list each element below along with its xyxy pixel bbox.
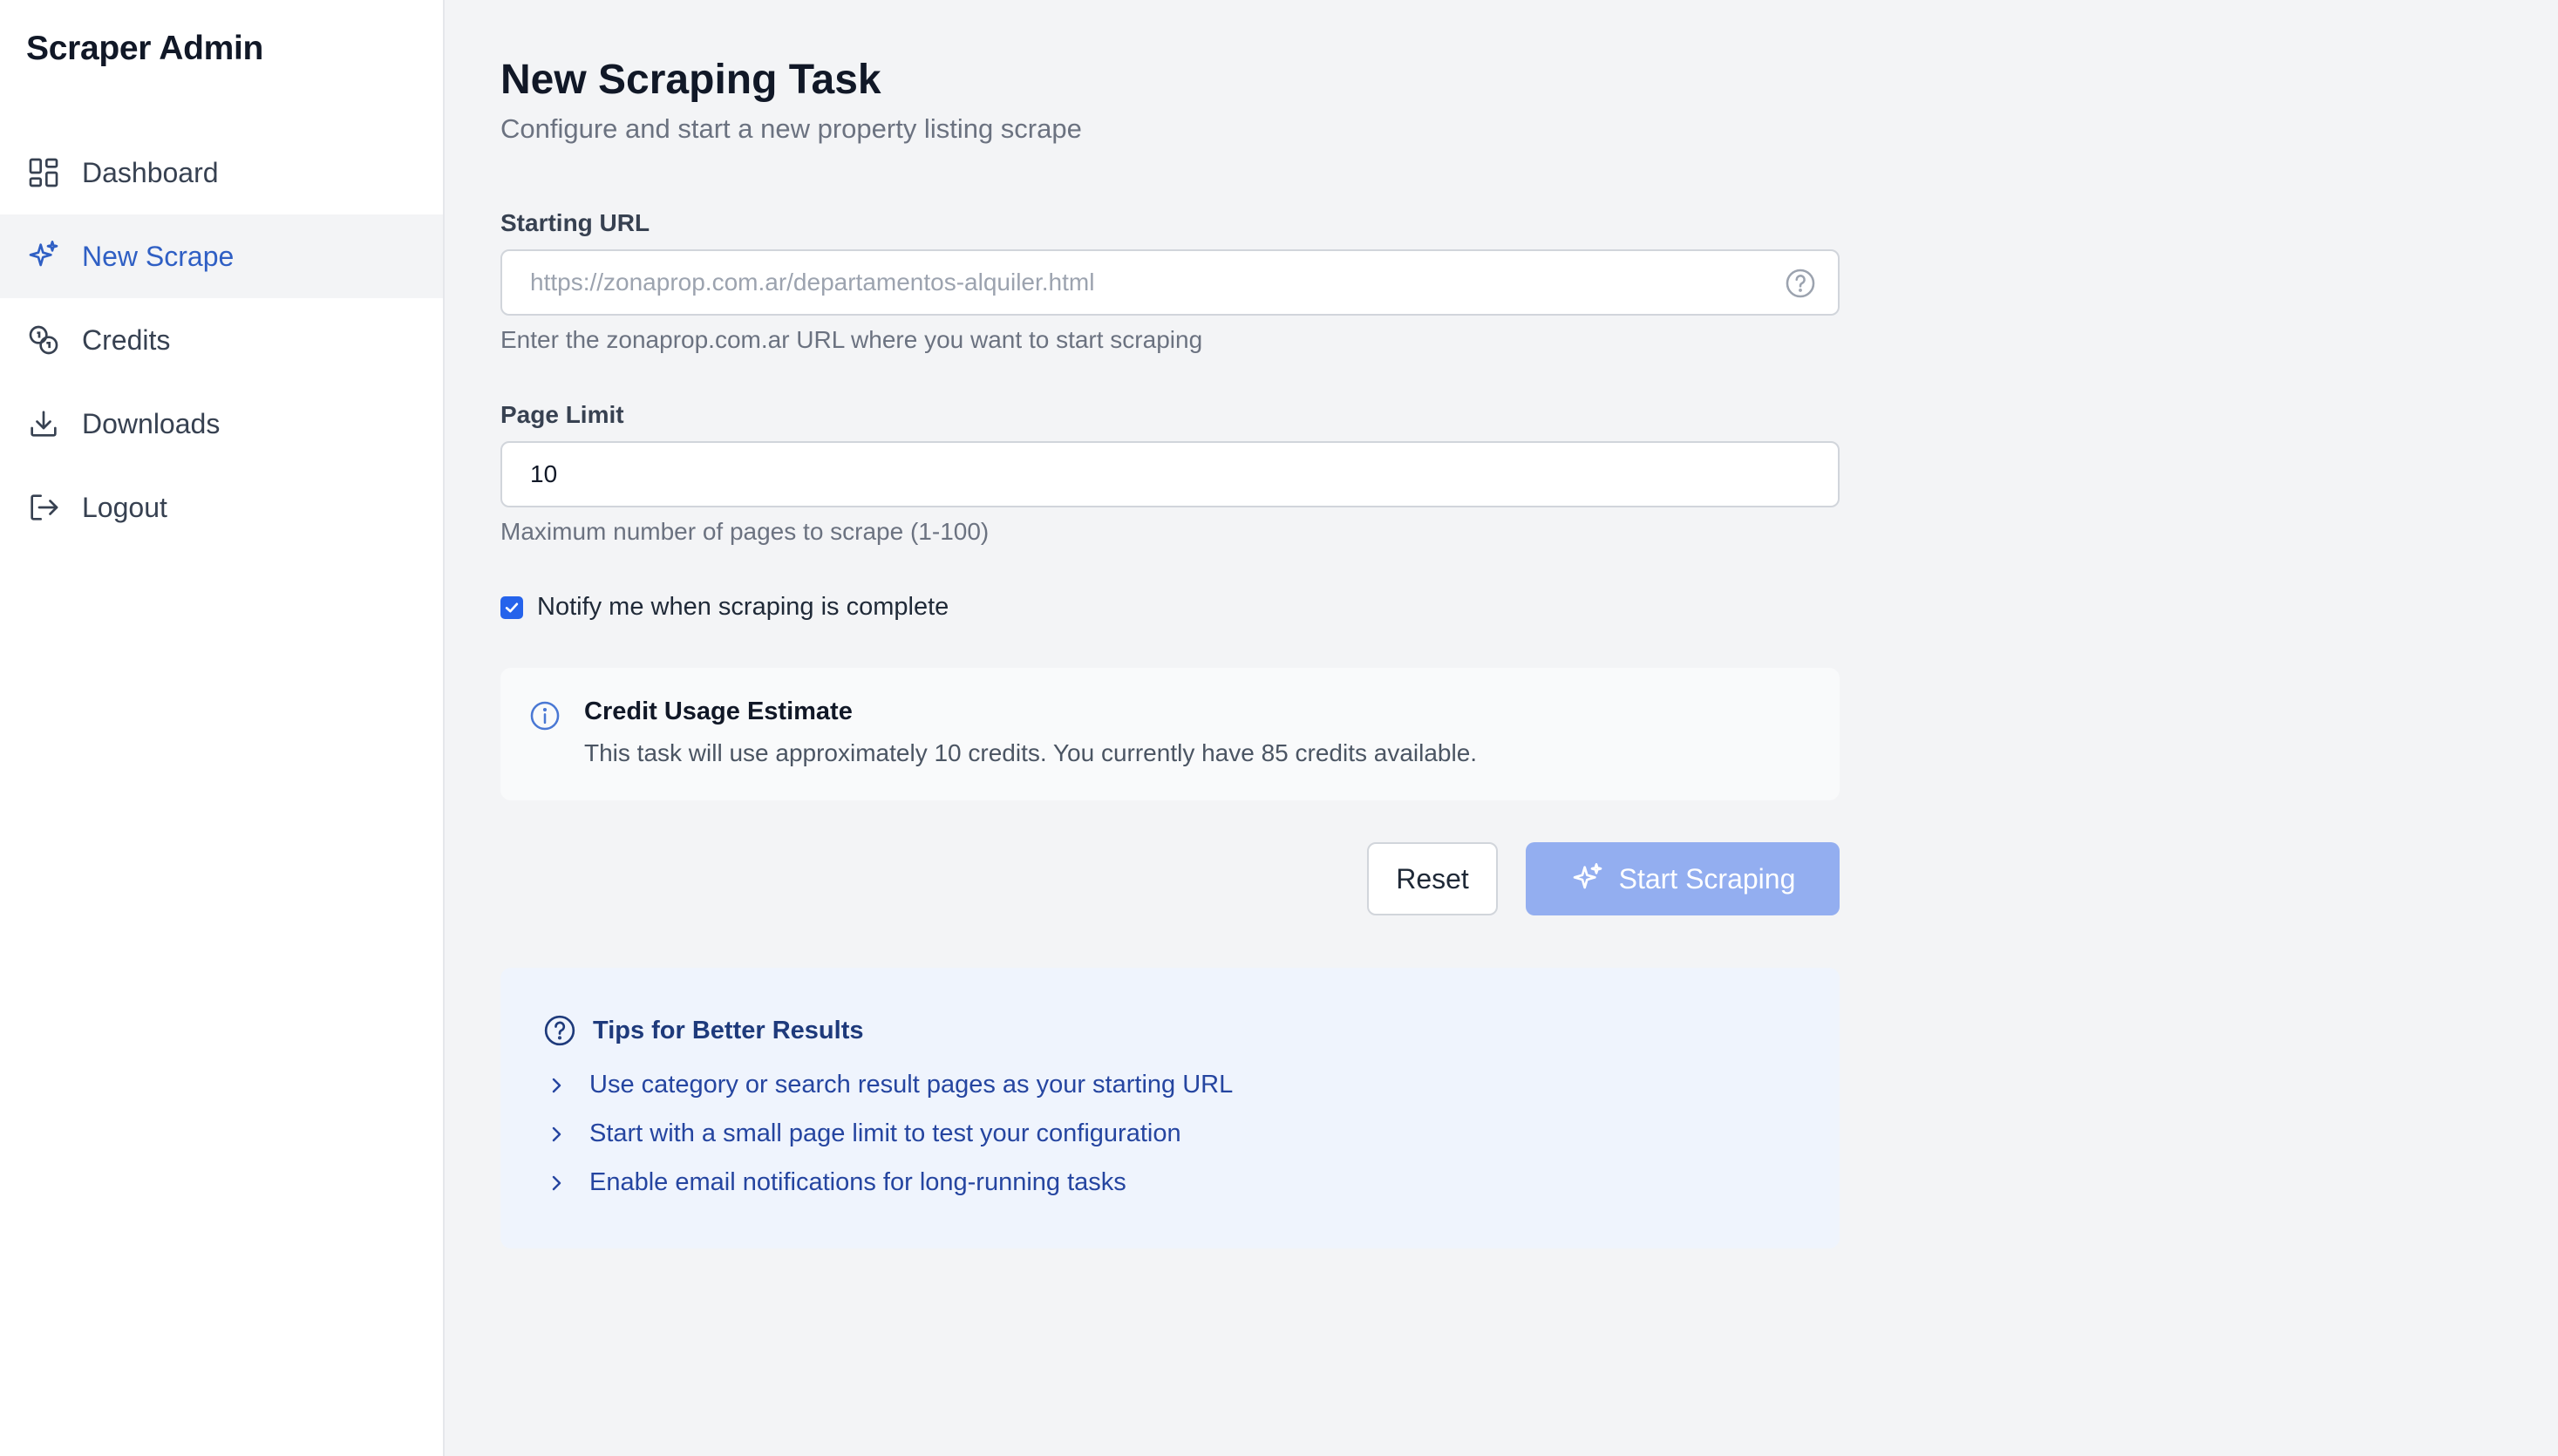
tips-panel: Tips for Better Results Use category or … [500,968,1840,1248]
credit-estimate-panel: Credit Usage Estimate This task will use… [500,668,1840,800]
help-circle-icon[interactable] [1784,267,1817,300]
sparkles-icon [1573,863,1602,889]
sidebar-item-label: New Scrape [82,240,235,272]
tip-item: Use category or search result pages as y… [546,1071,1233,1099]
dashboard-grid-icon [26,155,61,190]
sidebar-item-logout[interactable]: Logout [0,466,443,549]
reset-button[interactable]: Reset [1367,842,1498,915]
checkmark-icon [505,602,519,612]
sidebar-item-new-scrape[interactable]: New Scrape [0,214,443,298]
page-limit-hint: Maximum number of pages to scrape (1-100… [500,518,990,545]
logout-icon [26,490,61,525]
sidebar-item-label: Credits [82,323,171,356]
sidebar-item-downloads[interactable]: Downloads [0,382,443,466]
sidebar-item-label: Logout [82,491,167,523]
download-icon [26,406,61,441]
starting-url-hint: Enter the zonaprop.com.ar URL where you … [500,326,1203,353]
page-subtitle: Configure and start a new property listi… [500,113,1082,144]
info-icon [530,701,560,731]
tip-item: Enable email notifications for long-runn… [546,1168,1126,1197]
tip-text: Use category or search result pages as y… [589,1071,1234,1099]
page-limit-label: Page Limit [500,401,624,428]
tip-text: Start with a small page limit to test yo… [589,1119,1181,1147]
page-limit-input[interactable] [502,443,1838,506]
question-circle-icon [544,1015,575,1046]
starting-url-field [500,249,1840,316]
tip-item: Start with a small page limit to test yo… [546,1119,1181,1148]
chevron-right-icon [552,1175,561,1190]
chevron-right-icon [552,1078,561,1092]
tip-text: Enable email notifications for long-runn… [589,1168,1126,1196]
estimate-text: This task will use approximately 10 cred… [584,739,1478,766]
starting-url-label: Starting URL [500,209,650,236]
notify-checkbox-row[interactable]: Notify me when scraping is complete [500,593,949,622]
sidebar-item-label: Dashboard [82,156,219,188]
page-title: New Scraping Task [500,57,881,103]
sidebar-item-dashboard[interactable]: Dashboard [0,131,443,214]
starting-url-input[interactable] [502,251,1838,314]
brand-title: Scraper Admin [26,30,264,67]
sparkles-icon [26,239,61,274]
coins-icon [26,323,61,357]
start-scraping-label: Start Scraping [1618,862,1796,895]
start-scraping-button[interactable]: Start Scraping [1526,842,1840,915]
sidebar-nav: Dashboard New Scrape Credits Downloads L… [0,131,443,549]
estimate-title: Credit Usage Estimate [584,697,853,725]
tips-title: Tips for Better Results [593,1016,864,1044]
sidebar: Scraper Admin Dashboard New Scrape Credi… [0,0,445,1456]
chevron-right-icon [552,1126,561,1141]
tips-header: Tips for Better Results [542,1013,863,1048]
page-limit-field [500,441,1840,507]
sidebar-item-label: Downloads [82,407,221,439]
sidebar-item-credits[interactable]: Credits [0,298,443,382]
notify-checkbox[interactable] [500,595,523,619]
notify-checkbox-label: Notify me when scraping is complete [537,593,949,621]
